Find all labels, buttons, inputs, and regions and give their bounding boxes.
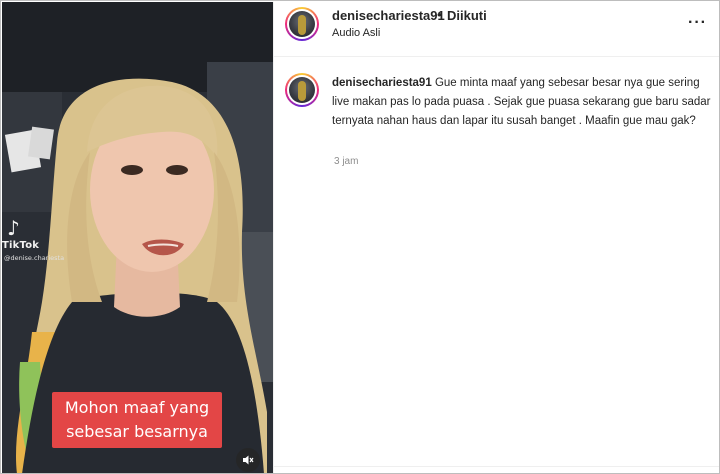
author-avatar[interactable] [285,7,319,41]
follow-status-button[interactable]: Diikuti [447,8,487,23]
post-details-panel: denisechariesta91 • Diikuti Audio Asli ·… [273,2,719,473]
author-username[interactable]: denisechariesta91 [332,8,445,23]
speaker-muted-icon [243,455,254,465]
caption-line-1: Mohon maaf yang [64,398,210,417]
tiktok-brand: TikTok [2,240,40,251]
video-caption: Mohon maaf yang sebesar besarnya [52,392,222,448]
tiktok-watermark: ♪ TikTok @denise.chariesta [2,218,72,262]
caption-line-2: sebesar besarnya [66,422,208,441]
post-timestamp[interactable]: 3 jam [334,156,358,167]
more-options-icon[interactable]: ··· [688,14,706,32]
tiktok-handle: @denise.chariesta [4,254,65,262]
post-header: denisechariesta91 • Diikuti Audio Asli ·… [274,2,719,57]
bottom-divider [274,466,719,467]
tiktok-logo-icon: ♪ [7,216,20,240]
post-window: ♪ TikTok @denise.chariesta Mohon maaf ya… [0,0,720,474]
caption-username[interactable]: denisechariesta91 [332,77,432,89]
post-caption: denisechariesta91 Gue minta maaf yang se… [332,74,712,131]
mute-toggle-button[interactable] [236,448,260,472]
audio-link[interactable]: Audio Asli [332,27,380,39]
header-separator: • [437,7,442,22]
profile-picture [289,11,315,37]
caption-author-avatar[interactable] [285,73,319,107]
video-player[interactable]: ♪ TikTok @denise.chariesta Mohon maaf ya… [2,2,273,473]
profile-picture [289,77,315,103]
